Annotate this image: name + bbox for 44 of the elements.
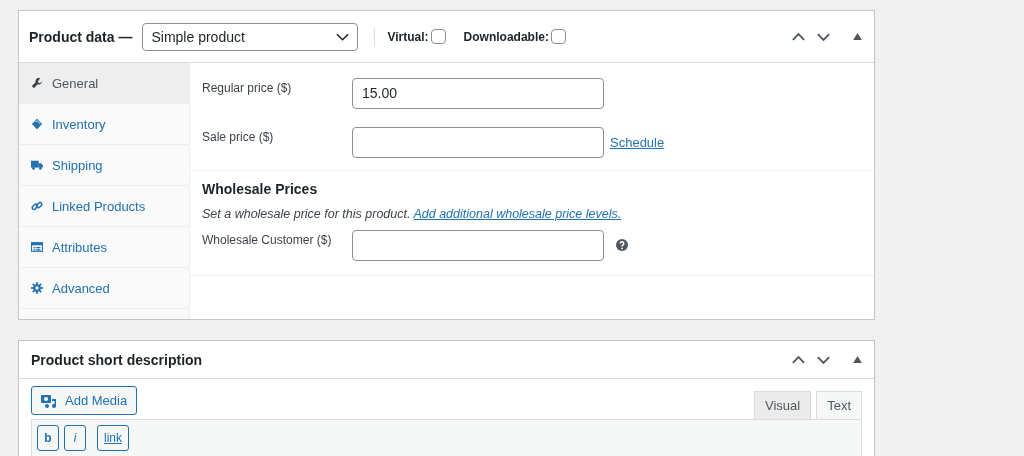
sidebar-tab[interactable]: Advanced [19, 268, 189, 309]
panel-title: Product data — [29, 28, 133, 45]
format-button[interactable]: link [97, 425, 129, 451]
description-text: Set a wholesale price for this product. Add additional wholesale price levels. [202, 207, 623, 221]
wholesale-levels-link[interactable]: Add additional wholesale price levels. [413, 207, 622, 221]
link-icon [31, 200, 43, 212]
checkbox[interactable] [430, 29, 446, 44]
checkbox[interactable] [550, 29, 566, 44]
editor-tab[interactable]: Visual [753, 391, 812, 419]
tag-icon [31, 118, 43, 130]
help-icon[interactable] [616, 239, 628, 251]
format-button[interactable]: b [37, 425, 59, 451]
sidebar-tab[interactable]: Linked Products [19, 186, 189, 227]
sidebar-tab[interactable]: Inventory [19, 104, 189, 145]
format-button[interactable]: i [64, 425, 86, 451]
section-heading: Wholesale Prices [202, 181, 319, 197]
field-label: Wholesale Customer ($) [202, 232, 333, 247]
collapse-icon[interactable] [853, 356, 862, 363]
move-up-icon[interactable] [791, 31, 806, 42]
wrench-icon [31, 77, 43, 89]
truck-icon [31, 159, 43, 171]
list-icon [31, 241, 43, 253]
product-type-select[interactable]: Simple product [142, 22, 359, 51]
panel-title: Product short description [31, 351, 203, 368]
add-media-button[interactable]: Add Media [31, 386, 138, 415]
field-label: Sale price ($) [202, 129, 275, 144]
chevron-down-icon [336, 32, 350, 41]
move-down-icon[interactable] [816, 31, 831, 42]
move-down-icon[interactable] [816, 354, 831, 365]
price-field[interactable] [352, 229, 604, 261]
schedule-link[interactable]: Schedule [610, 134, 665, 150]
sidebar-tab[interactable]: Shipping [19, 145, 189, 186]
editor-tab[interactable]: Text [816, 391, 862, 419]
collapse-icon[interactable] [853, 33, 862, 40]
price-field[interactable] [352, 126, 604, 158]
gear-icon [31, 282, 43, 294]
option-label: Downloadable: [463, 29, 549, 44]
media-icon [41, 392, 57, 409]
price-field[interactable]: 15.00 [352, 77, 604, 109]
option-label: Virtual: [387, 29, 429, 44]
move-up-icon[interactable] [791, 354, 806, 365]
sidebar-tab[interactable]: Attributes [19, 227, 189, 268]
field-label: Regular price ($) [202, 80, 293, 95]
sidebar-tab[interactable]: General [19, 63, 189, 104]
